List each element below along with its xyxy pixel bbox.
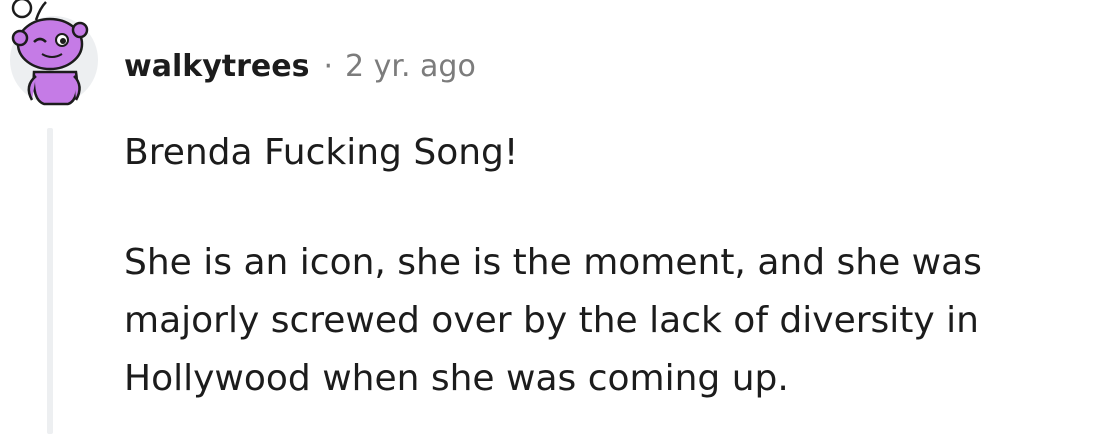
comment-timestamp[interactable]: 2 yr. ago (345, 49, 476, 84)
meta-separator: · (323, 48, 333, 84)
comment-paragraph: Brenda Fucking Song! (124, 132, 519, 173)
comment-body: Brenda Fucking Song! She is an icon, she… (124, 124, 1074, 408)
author-username[interactable]: walkytrees (124, 49, 309, 84)
comment: walkytrees · 2 yr. ago Brenda Fucking So… (0, 0, 1097, 434)
thread-collapse-line[interactable] (47, 128, 53, 434)
comment-header: walkytrees · 2 yr. ago (124, 44, 476, 88)
comment-paragraph: She is an icon, she is the moment, and s… (124, 242, 982, 399)
snoo-avatar-icon[interactable] (10, 0, 98, 108)
